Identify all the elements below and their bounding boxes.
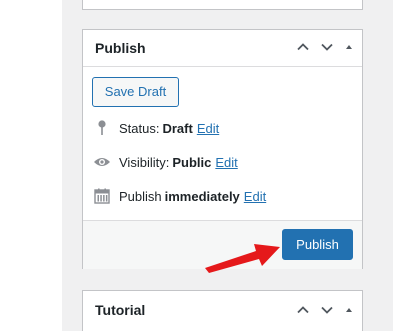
annotation-arrow-icon [205, 244, 280, 273]
